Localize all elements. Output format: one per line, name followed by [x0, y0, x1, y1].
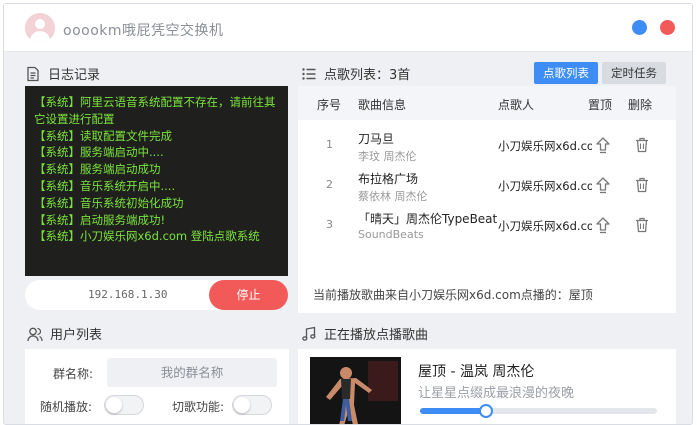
cut-song-label: 切歌功能: — [172, 400, 225, 414]
log-line: 【系统】启动服务端成功! — [34, 212, 166, 227]
now-playing-source-text: 当前播放歌曲来自小刀娱乐网x6d.com点播的：屋顶 — [313, 288, 593, 302]
song-title: 布拉格广场 — [358, 172, 419, 186]
log-line: 【系统】服务端启动中.... — [34, 145, 164, 160]
song-table-header: 序号 歌曲信息 点歌人 置顶 删除 — [298, 86, 676, 120]
now-playing-song: 屋顶 - 温岚 周杰伦 — [418, 364, 535, 380]
pin-to-top-icon[interactable] — [595, 176, 611, 194]
trash-icon[interactable] — [634, 136, 650, 154]
song-artist: 李玟 周杰伦 — [358, 150, 417, 163]
song-title: 「晴天」周杰伦TypeBeat — [358, 212, 498, 226]
song-requester: 小刀娱乐网x6d.com — [498, 179, 592, 193]
user-list-header: 用户列表 — [27, 324, 102, 343]
tab-scheduled-tasks[interactable]: 定时任务 — [602, 62, 666, 84]
trash-icon[interactable] — [634, 216, 650, 234]
song-no: 1 — [326, 138, 333, 151]
column-header-song: 歌曲信息 — [358, 98, 407, 112]
now-playing-panel: 屋顶 - 温岚 周杰伦 让星星点缀成最浪漫的夜晚 — [298, 349, 676, 424]
users-icon — [27, 326, 43, 342]
table-row: 2 布拉格广场 蔡依林 周杰伦 小刀娱乐网x6d.com — [298, 166, 676, 206]
song-requester: 小刀娱乐网x6d.com — [498, 219, 592, 233]
now-playing-header: 正在播放点播歌曲 — [301, 324, 428, 343]
song-list-header: 点歌列表：3首 — [301, 64, 410, 83]
log-title: 日志记录 — [48, 68, 101, 83]
song-title: 刀马旦 — [358, 132, 395, 146]
music-note-icon — [301, 326, 317, 342]
song-list-title: 点歌列表：3首 — [324, 68, 411, 83]
random-play-toggle[interactable] — [104, 395, 144, 415]
log-line: 【系统】阿里云语音系统配置不存在，请前往其它设置进行配置 — [34, 95, 276, 126]
column-header-pin: 置顶 — [588, 98, 613, 112]
table-row: 3 「晴天」周杰伦TypeBeat SoundBeats 小刀娱乐网x6d.co… — [298, 206, 676, 246]
log-line: 【系统】音乐系统初始化成功 — [34, 195, 184, 210]
progress-fill — [420, 408, 487, 414]
log-section-header: 日志记录 — [25, 64, 100, 83]
close-button[interactable] — [660, 20, 675, 35]
song-list-panel: 序号 歌曲信息 点歌人 置顶 删除 1 刀马旦 李玟 周杰伦 小刀娱乐网x6d.… — [298, 86, 676, 313]
album-cover — [310, 357, 401, 424]
column-header-requester: 点歌人 — [498, 98, 535, 112]
minimize-button[interactable] — [632, 20, 647, 35]
column-header-no: 序号 — [317, 98, 342, 112]
now-playing-lyric: 让星星点缀成最浪漫的夜晚 — [418, 386, 575, 401]
song-artist: 蔡依林 周杰伦 — [358, 190, 428, 203]
song-no: 2 — [326, 178, 333, 191]
stop-button[interactable]: 停止 — [209, 280, 288, 310]
log-line: 【系统】服务端启动成功 — [34, 162, 161, 177]
column-header-delete: 删除 — [628, 98, 653, 112]
cut-song-toggle[interactable] — [232, 395, 272, 415]
log-line: 【系统】音乐系统开启中.... — [34, 178, 176, 193]
now-playing-title: 正在播放点播歌曲 — [324, 328, 429, 343]
title-bar: ooookm哦屁凭空交换机 — [4, 4, 692, 52]
app-window: ooookm哦屁凭空交换机 日志记录 【系统】阿里云语音系统配置不存在，请前往其… — [3, 3, 693, 425]
song-requester: 小刀娱乐网x6d.com — [498, 139, 592, 153]
progress-handle[interactable] — [479, 404, 494, 418]
trash-icon[interactable] — [634, 176, 650, 194]
group-name-label: 群名称: — [53, 367, 94, 381]
ip-address-text: 192.168.1.30 — [88, 288, 168, 301]
pin-to-top-icon[interactable] — [595, 216, 611, 234]
log-line: 【系统】读取配置文件完成 — [34, 128, 172, 143]
document-icon — [25, 66, 41, 82]
log-console: 【系统】阿里云语音系统配置不存在，请前往其它设置进行配置 【系统】读取配置文件完… — [25, 86, 288, 276]
random-play-label: 随机播放: — [40, 400, 93, 414]
log-line: 【系统】小刀娱乐网x6d.com 登陆点歌系统 — [34, 229, 260, 244]
table-row: 1 刀马旦 李玟 周杰伦 小刀娱乐网x6d.com — [298, 126, 676, 166]
tab-song-list[interactable]: 点歌列表 — [534, 62, 598, 84]
group-name-input[interactable]: 我的群名称 — [107, 358, 277, 387]
user-list-title: 用户列表 — [50, 328, 103, 343]
app-title: ooookm哦屁凭空交换机 — [63, 23, 224, 39]
pin-to-top-icon[interactable] — [595, 136, 611, 154]
user-settings-panel: 群名称: 我的群名称 随机播放: 切歌功能: — [25, 349, 289, 424]
song-no: 3 — [326, 218, 333, 231]
app-logo-icon — [25, 13, 55, 43]
progress-bar[interactable] — [420, 404, 657, 418]
song-artist: SoundBeats — [358, 228, 424, 241]
list-icon — [301, 66, 317, 82]
